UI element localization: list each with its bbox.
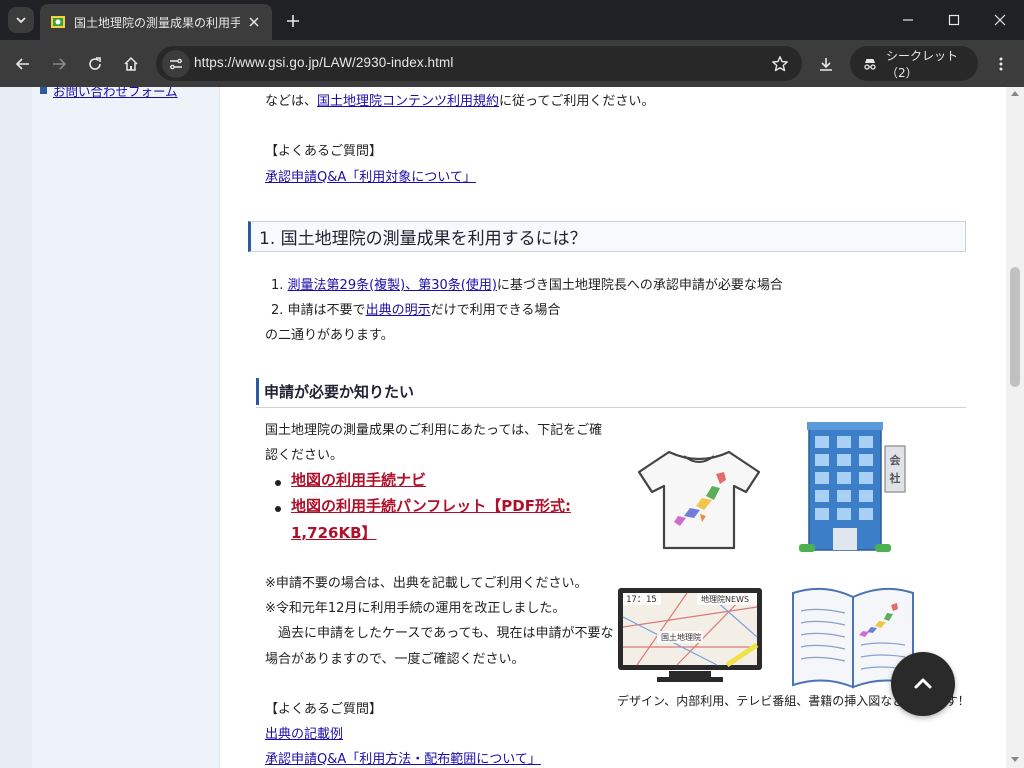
section-heading: 1. 国土地理院の測量成果を利用するには？ bbox=[248, 221, 966, 252]
home-button[interactable] bbox=[118, 51, 144, 77]
maximize-icon bbox=[948, 14, 960, 26]
faq-usage-target-link[interactable]: 承認申請Q&A「利用対象について」 bbox=[265, 169, 476, 187]
minimize-button[interactable] bbox=[888, 6, 928, 34]
incognito-icon bbox=[862, 56, 878, 72]
bookmark-button[interactable] bbox=[770, 54, 790, 74]
bullet-icon bbox=[275, 506, 281, 512]
list-number: 1. bbox=[271, 278, 284, 293]
active-tab[interactable]: 国土地理院の測量成果の利用手続 bbox=[40, 4, 272, 40]
close-icon bbox=[994, 14, 1006, 26]
tab-title: 国土地理院の測量成果の利用手続 bbox=[74, 15, 240, 30]
gsi-favicon-icon bbox=[51, 16, 65, 28]
office-building-illustration: 会 社 bbox=[799, 422, 906, 552]
back-to-top-button[interactable] bbox=[891, 652, 955, 716]
back-button[interactable] bbox=[10, 51, 36, 77]
incognito-indicator[interactable]: シークレット（2） bbox=[850, 46, 978, 81]
section-title: 1. 国土地理院の測量成果を利用するには？ bbox=[259, 229, 587, 249]
arrow-right-icon bbox=[53, 58, 67, 70]
survey-act-link[interactable]: 測量法第29条(複製)、第30条(使用) bbox=[288, 278, 497, 293]
tab-search-button[interactable] bbox=[8, 7, 34, 33]
chevron-down-icon bbox=[16, 17, 26, 24]
list-text: だけで利用できる場合 bbox=[430, 303, 561, 318]
citation-example-link[interactable]: 出典の記載例 bbox=[265, 726, 343, 744]
list-number: 2. bbox=[271, 303, 284, 318]
download-icon bbox=[820, 58, 832, 71]
main-content: などは、国土地理院コンテンツ利用規約に従ってご利用ください。 【よくあるご質問】… bbox=[221, 87, 1006, 768]
scrollbar-thumb[interactable] bbox=[1010, 267, 1020, 387]
subsection-heading: 申請が必要か知りたい bbox=[256, 378, 414, 405]
building-sign-char: 会 bbox=[890, 453, 902, 467]
map-procedure-navi-link[interactable]: 地図の利用手続ナビ bbox=[291, 471, 426, 489]
faq-heading: 【よくあるご質問】 bbox=[265, 144, 383, 159]
tab-close-icon[interactable] bbox=[246, 14, 262, 30]
maximize-button[interactable] bbox=[934, 6, 974, 34]
tv-map-label: 国土地理院 bbox=[661, 632, 701, 642]
browser-toolbar: https://www.gsi.go.jp/LAW/2930-index.htm… bbox=[0, 40, 1024, 87]
scroll-up-arrow-icon[interactable] bbox=[1011, 91, 1019, 96]
note-line: ※申請不要の場合は、出典を記載してご利用ください。 bbox=[265, 576, 588, 591]
sidebar-item-contact-form[interactable]: お問い合わせフォーム bbox=[40, 87, 178, 100]
reload-button[interactable] bbox=[82, 51, 108, 77]
source-citation-link[interactable]: 出典の明示 bbox=[366, 303, 431, 318]
tv-news-illustration: 17：15 地理院NEWS 国土地理院 bbox=[618, 588, 762, 682]
intro-prefix: などは、 bbox=[265, 94, 318, 109]
url-text[interactable]: https://www.gsi.go.jp/LAW/2930-index.htm… bbox=[194, 55, 453, 70]
list-item: 2. 申請は不要で出典の明示だけで利用できる場合 bbox=[271, 302, 560, 320]
plus-icon bbox=[287, 15, 299, 27]
building-sign-char: 社 bbox=[889, 471, 901, 485]
list-text: に基づき国土地理院長への承認申請が必要な場合 bbox=[496, 278, 783, 293]
bullet-icon bbox=[275, 480, 281, 486]
tshirt-illustration bbox=[637, 450, 761, 550]
scroll-down-arrow-icon[interactable] bbox=[1011, 757, 1019, 762]
downloads-button[interactable] bbox=[813, 51, 839, 77]
reload-icon bbox=[89, 57, 101, 70]
note-line: ※令和元年12月に利用手続の運用を改正しました。 bbox=[265, 601, 566, 616]
intro-suffix: に従ってご利用ください。 bbox=[499, 94, 655, 109]
address-bar[interactable]: https://www.gsi.go.jp/LAW/2930-index.htm… bbox=[156, 46, 802, 81]
tune-icon bbox=[170, 58, 182, 70]
list-item: 1. 測量法第29条(複製)、第30条(使用)に基づき国土地理院長への承認申請が… bbox=[271, 277, 783, 295]
sidebar: お問い合わせフォーム bbox=[32, 87, 220, 768]
map-procedure-pamphlet-link[interactable]: 地図の利用手続パンフレット【PDF形式: bbox=[291, 497, 571, 515]
arrow-left-icon bbox=[15, 58, 29, 70]
subsection-title: 申請が必要か知りたい bbox=[264, 383, 415, 401]
page-viewport: お問い合わせフォーム などは、国土地理院コンテンツ利用規約に従ってご利用ください… bbox=[0, 87, 1024, 768]
more-vert-icon bbox=[999, 57, 1003, 71]
map-procedure-pamphlet-link-cont[interactable]: 1,726KB】 bbox=[291, 524, 377, 542]
list-prefix: 申請は不要で bbox=[287, 303, 366, 318]
menu-button[interactable] bbox=[988, 51, 1014, 77]
faq-heading: 【よくあるご質問】 bbox=[265, 702, 383, 717]
forward-button[interactable] bbox=[46, 51, 72, 77]
incognito-label: シークレット（2） bbox=[886, 48, 959, 80]
tab-strip: 国土地理院の測量成果の利用手続 bbox=[0, 0, 1024, 40]
divider bbox=[256, 407, 966, 408]
minimize-icon bbox=[903, 19, 913, 21]
square-bullet-icon bbox=[40, 87, 47, 94]
page-margin-left bbox=[0, 87, 32, 768]
sidebar-item-label: お問い合わせフォーム bbox=[53, 87, 178, 99]
tv-news-label: 地理院NEWS bbox=[701, 594, 749, 604]
close-window-button[interactable] bbox=[980, 6, 1020, 34]
faq-usage-scope-link[interactable]: 承認申請Q&A「利用方法・配布範囲について」 bbox=[265, 751, 541, 768]
new-tab-button[interactable] bbox=[282, 10, 304, 32]
description-line: 国土地理院の測量成果のご利用にあたっては、下記をご確 bbox=[265, 423, 603, 438]
note-line: 場合がありますので、一度ご確認ください。 bbox=[265, 652, 525, 667]
description-line: 認ください。 bbox=[265, 448, 344, 463]
note-line: 過去に申請をしたケースであっても、現在は申請が不要な bbox=[265, 626, 614, 641]
page-scrollbar[interactable] bbox=[1006, 87, 1024, 768]
chevron-up-icon bbox=[914, 678, 932, 689]
list-tail-text: の二通りがあります。 bbox=[265, 328, 394, 343]
site-info-button[interactable] bbox=[162, 50, 190, 78]
home-icon bbox=[124, 56, 138, 71]
star-icon bbox=[772, 56, 788, 72]
intro-text: などは、国土地理院コンテンツ利用規約に従ってご利用ください。 bbox=[265, 93, 654, 111]
tv-time-text: 17：15 bbox=[626, 595, 657, 605]
contents-terms-link[interactable]: 国土地理院コンテンツ利用規約 bbox=[317, 94, 499, 109]
